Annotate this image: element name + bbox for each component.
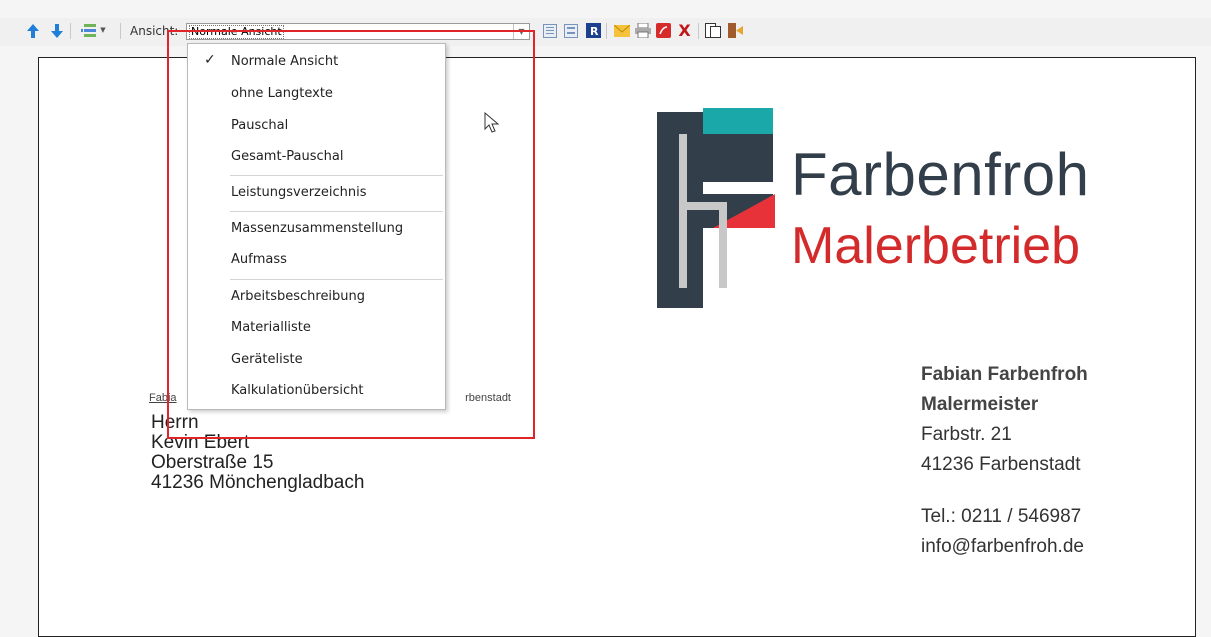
menu-item-label: ohne Langtexte [231,86,333,101]
menu-item-label: Arbeitsbeschreibung [231,289,366,304]
logo-text-secondary: Malerbetrieb [791,217,1081,275]
menu-item-label: Gesamt-Pauschal [231,149,344,164]
recipient-block: Herrn Kevin Ebert Oberstraße 15 41236 Mö… [151,413,364,493]
menu-item-kalkulationuebersicht[interactable]: Kalkulationübersicht [188,375,445,406]
pdf-icon[interactable] [655,22,672,39]
menu-item-materialliste[interactable]: Materialliste [188,312,445,343]
insert-row-icon[interactable] [80,22,97,39]
menu-item-arbeitsbeschreibung[interactable]: Arbeitsbeschreibung [188,281,445,312]
menu-item-label: Normale Ansicht [231,54,339,69]
chevron-down-icon[interactable]: ▼ [98,22,108,39]
checkmark-icon: ✓ [204,52,216,68]
sender-title: Malermeister [921,394,1039,415]
copy-pages-icon[interactable] [704,22,721,39]
exit-icon[interactable] [727,22,744,39]
print-icon[interactable] [634,22,651,39]
sender-street: Farbstr. 21 [921,424,1012,445]
page-view-icon[interactable] [541,22,558,39]
r-icon[interactable]: R [585,22,602,39]
toolbar: ▼ Ansicht: Normale Ansicht ▼ R X [0,18,1211,46]
arrow-down-icon[interactable] [48,22,65,39]
menu-item-label: Geräteliste [231,352,303,367]
recipient-street: Oberstraße 15 [151,452,274,473]
menu-separator [230,175,443,176]
menu-item-label: Materialliste [231,320,311,335]
sender-city: 41236 Farbenstadt [921,454,1081,475]
menu-item-pauschal[interactable]: Pauschal [188,110,445,141]
menu-item-label: Aufmass [231,252,287,267]
toolbar-separator [70,23,71,39]
arrow-up-icon[interactable] [24,22,41,39]
recipient-city: 41236 Mönchengladbach [151,472,365,493]
toolbar-separator [120,23,121,39]
svg-text:R: R [590,25,599,38]
menu-item-geraeteliste[interactable]: Geräteliste [188,344,445,375]
menu-item-massenzusammenstellung[interactable]: Massenzusammenstellung [188,213,445,244]
menu-item-normale-ansicht[interactable]: ✓ Normale Ansicht [188,46,445,77]
recipient-salutation: Herrn [151,412,199,433]
view-label: Ansicht: [130,24,179,38]
view-select-value: Normale Ansicht [189,25,284,39]
mouse-cursor-icon [484,112,500,133]
close-x-icon[interactable]: X [676,22,693,39]
sender-name: Fabian Farbenfroh [921,364,1088,385]
return-address-right: rbenstadt [465,392,511,404]
email-icon[interactable] [613,22,630,39]
sender-phone: Tel.: 0211 / 546987 [921,506,1082,527]
menu-separator [230,211,443,212]
page-view-alt-icon[interactable] [562,22,579,39]
sender-email: info@farbenfroh.de [921,536,1084,557]
chevron-down-icon[interactable]: ▼ [513,24,529,39]
sender-block: Fabian Farbenfroh Malermeister Farbstr. … [921,360,1088,562]
recipient-name: Kevin Ebert [151,432,250,453]
menu-separator [230,279,443,280]
menu-item-gesamt-pauschal[interactable]: Gesamt-Pauschal [188,141,445,172]
menu-item-leistungsverzeichnis[interactable]: Leistungsverzeichnis [188,177,445,208]
menu-item-label: Kalkulationübersicht [231,383,364,398]
menu-item-ohne-langtexte[interactable]: ohne Langtexte [188,78,445,109]
menu-item-aufmass[interactable]: Aufmass [188,244,445,275]
view-dropdown-menu: ✓ Normale Ansicht ohne Langtexte Pauscha… [187,43,446,410]
menu-item-label: Pauschal [231,118,289,133]
menu-item-label: Leistungsverzeichnis [231,185,367,200]
toolbar-separator [606,23,607,39]
company-logo-icon [657,108,775,308]
menu-item-label: Massenzusammenstellung [231,221,404,236]
logo-text-primary: Farbenfroh [791,141,1090,208]
view-select[interactable]: Normale Ansicht ▼ [186,23,530,40]
return-address-left: Fabia [149,392,177,404]
toolbar-separator [698,23,699,39]
